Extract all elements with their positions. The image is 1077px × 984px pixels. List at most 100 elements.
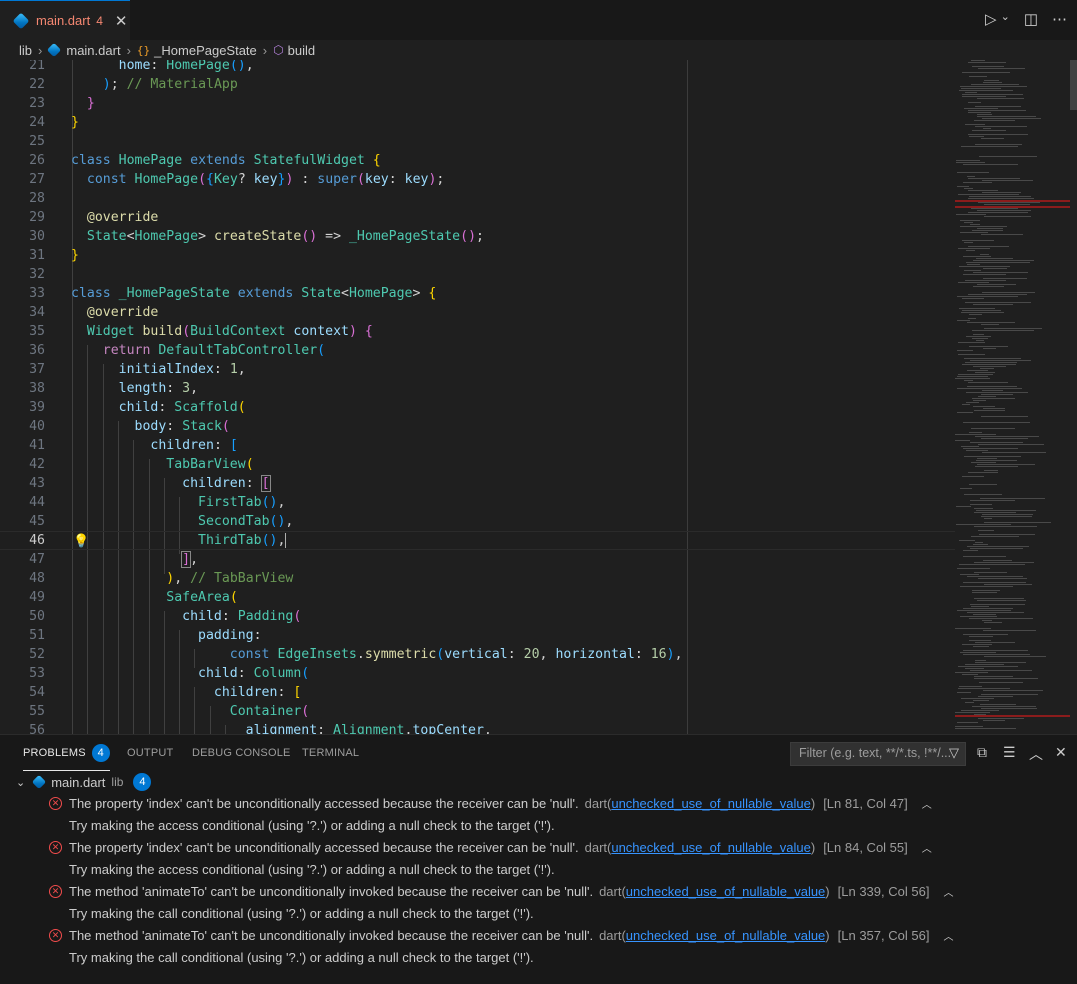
- chevron-down-icon[interactable]: ⌄: [1001, 10, 1010, 28]
- minimap-line: [968, 178, 1020, 179]
- code-line: 40 body: Stack(: [29, 419, 230, 434]
- minimap-line: [963, 256, 991, 257]
- more-actions-icon[interactable]: ⋯: [1052, 10, 1067, 28]
- minimap-line: [969, 432, 982, 433]
- scrollbar-thumb[interactable]: [1070, 60, 1077, 110]
- breadcrumb-method[interactable]: build: [288, 43, 315, 58]
- minimap-line: [972, 338, 988, 339]
- problem-item[interactable]: ✕ The property 'index' can't be uncondit…: [0, 836, 932, 858]
- breadcrumb-file[interactable]: main.dart: [66, 43, 120, 58]
- minimap-line: [973, 272, 1028, 273]
- problem-hint[interactable]: Try making the access conditional (using…: [69, 814, 555, 836]
- minimap-line: [972, 590, 1000, 591]
- problem-hint[interactable]: Try making the call conditional (using '…: [69, 946, 534, 968]
- problems-file-group[interactable]: ⌄ main.dart lib 4: [0, 771, 152, 793]
- minimap-line: [973, 260, 1034, 261]
- minimap-line: [964, 108, 998, 109]
- minimap-line: [982, 620, 992, 621]
- minimap-line: [974, 598, 1024, 599]
- code-line: 35 Widget build(BuildContext context) {: [29, 324, 373, 339]
- breadcrumb: lib › main.dart › {} _HomePageState › ⬡ …: [0, 40, 1077, 60]
- code-line: 38 length: 3,: [29, 381, 199, 396]
- problem-code-link[interactable]: unchecked_use_of_nullable_value: [611, 796, 811, 811]
- problem-source-end: ): [810, 839, 816, 855]
- split-editor-icon[interactable]: ◫: [1024, 10, 1038, 28]
- tab-output[interactable]: OUTPUT: [127, 735, 173, 771]
- tab-main-dart[interactable]: main.dart 4 ✕: [0, 0, 130, 40]
- minimap-line: [970, 442, 1023, 443]
- minimap-line: [978, 396, 996, 397]
- code-line: 28: [29, 191, 45, 206]
- minimap-line: [956, 524, 1011, 525]
- problem-source-end: ): [825, 927, 830, 943]
- bottom-panel: PROBLEMS 4 OUTPUT DEBUG CONSOLE TERMINAL…: [0, 734, 1077, 984]
- problem-code-link[interactable]: unchecked_use_of_nullable_value: [626, 884, 826, 899]
- tab-terminal[interactable]: TERMINAL: [302, 735, 359, 771]
- minimap-line: [974, 120, 1015, 121]
- run-icon[interactable]: ▷: [985, 10, 997, 28]
- chevron-up-icon[interactable]: ︿: [943, 884, 953, 899]
- tab-debug-console[interactable]: DEBUG CONSOLE: [192, 735, 291, 771]
- minimap-line: [968, 212, 1028, 213]
- minimap-line: [958, 666, 1018, 667]
- tab-problem-count: 4: [96, 13, 103, 28]
- minimap-line: [973, 406, 995, 407]
- code-line: 56 alignment: Alignment.topCenter,: [29, 723, 492, 734]
- minimap-line: [966, 450, 988, 451]
- problem-item[interactable]: ✕ The method 'animateTo' can't be uncond…: [0, 880, 953, 902]
- code-line: 22 ); // MaterialApp: [29, 77, 238, 92]
- minimap-line: [962, 364, 1016, 365]
- minimap-line: [967, 264, 980, 265]
- minimap-line: [977, 116, 1036, 117]
- problem-location: [Ln 357, Col 56]: [837, 927, 930, 943]
- minimap-line: [965, 302, 1031, 303]
- minimap-line: [960, 652, 996, 653]
- minimap-line: [970, 548, 1023, 549]
- code-line: 30 State<HomePage> createState() => _Hom…: [29, 229, 484, 244]
- minimap-line: [974, 526, 1037, 527]
- filter-icon[interactable]: ▽: [949, 745, 959, 761]
- minimap-line: [978, 696, 1013, 697]
- minimap-line: [977, 210, 1031, 211]
- problem-hint[interactable]: Try making the access conditional (using…: [69, 858, 555, 880]
- minimap-line: [966, 392, 1028, 393]
- code-line: 36 return DefaultTabController(: [29, 343, 326, 358]
- problem-code-link[interactable]: unchecked_use_of_nullable_value: [626, 928, 826, 943]
- code-line: 47 ],: [29, 551, 199, 568]
- code-line: 25: [29, 134, 45, 149]
- breadcrumb-class[interactable]: _HomePageState: [154, 43, 257, 58]
- minimap-line: [968, 246, 1009, 247]
- minimap-line: [964, 358, 1021, 359]
- tab-problems-label: PROBLEMS: [23, 746, 86, 759]
- tab-problems[interactable]: PROBLEMS 4: [23, 735, 110, 771]
- minimap-line: [959, 266, 1010, 267]
- code-editor[interactable]: 21 home: HomePage(), 22 ); // MaterialAp…: [0, 60, 1077, 734]
- breadcrumb-folder[interactable]: lib: [19, 43, 32, 58]
- problem-hint[interactable]: Try making the call conditional (using '…: [69, 902, 534, 924]
- code-line: 53 child: Column(: [29, 666, 310, 681]
- problem-code-link[interactable]: unchecked_use_of_nullable_value: [611, 840, 811, 855]
- chevron-up-icon[interactable]: ︿: [922, 840, 932, 855]
- minimap-line: [968, 318, 976, 319]
- close-icon[interactable]: ✕: [115, 12, 128, 30]
- chevron-up-icon[interactable]: ︿: [1029, 744, 1043, 764]
- chevron-up-icon[interactable]: ︿: [943, 928, 953, 943]
- view-as-list-icon[interactable]: ☰: [1003, 744, 1016, 761]
- minimap[interactable]: [955, 60, 1070, 734]
- minimap-line: [961, 88, 1001, 89]
- chevron-down-icon[interactable]: ⌄: [16, 776, 25, 789]
- minimap-line: [957, 320, 970, 321]
- vertical-scrollbar[interactable]: [1070, 60, 1077, 734]
- chevron-up-icon[interactable]: ︿: [922, 796, 932, 811]
- problems-filter-input[interactable]: Filter (e.g. text, **/*.ts, !**/... ▽: [790, 742, 966, 766]
- code-line: 29 @override: [29, 210, 159, 225]
- minimap-line: [966, 336, 991, 337]
- problem-item[interactable]: ✕ The property 'index' can't be uncondit…: [0, 792, 932, 814]
- problem-item[interactable]: ✕ The method 'animateTo' can't be uncond…: [0, 924, 953, 946]
- collapse-all-icon[interactable]: ⧉: [977, 744, 987, 761]
- filter-placeholder: Filter (e.g. text, **/*.ts, !**/...: [799, 746, 952, 760]
- minimap-line: [965, 702, 974, 703]
- close-icon[interactable]: ✕: [1055, 744, 1067, 761]
- minimap-line: [976, 460, 1017, 461]
- problems-file-dir: lib: [111, 775, 124, 789]
